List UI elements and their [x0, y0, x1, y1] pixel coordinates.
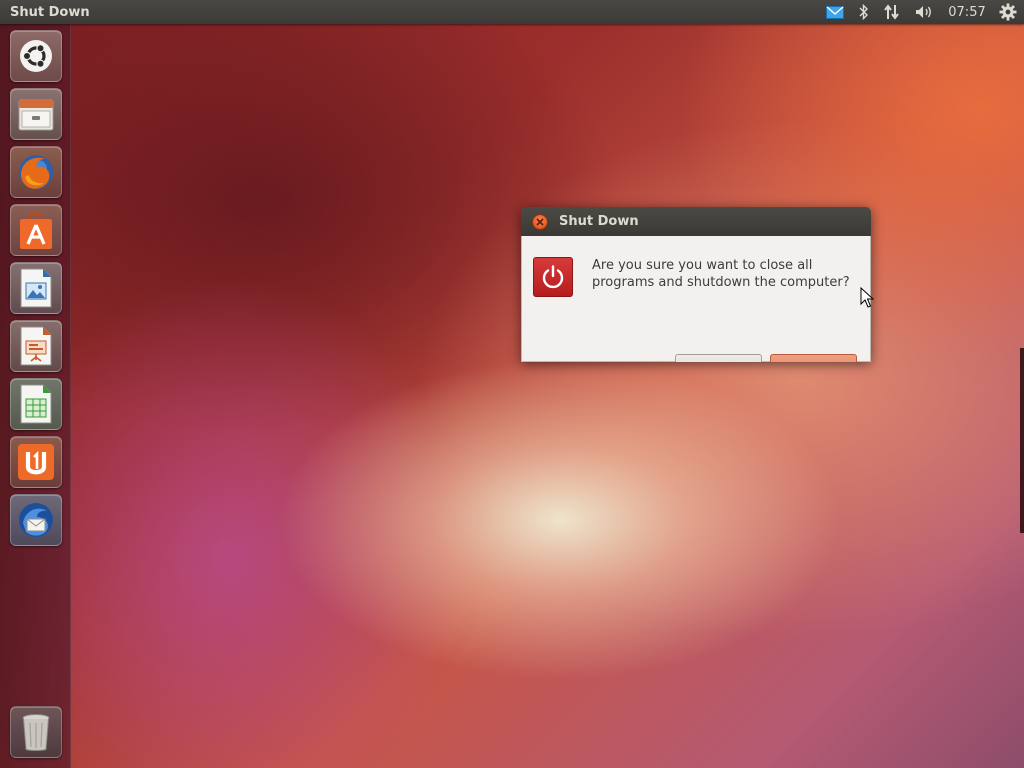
thunderbird-icon — [19, 503, 53, 537]
launcher-item-software-center[interactable] — [10, 204, 62, 256]
firefox-icon — [19, 155, 53, 189]
close-icon[interactable] — [532, 213, 548, 230]
launcher-item-thunderbird[interactable] — [10, 494, 62, 546]
launcher-item-files[interactable] — [10, 88, 62, 140]
launcher-item-libreoffice-impress[interactable] — [10, 320, 62, 372]
network-icon[interactable] — [876, 0, 908, 24]
shopping-bag-icon — [20, 212, 52, 249]
ubuntu-logo-icon — [20, 40, 52, 72]
bluetooth-icon[interactable] — [852, 0, 876, 24]
indicator-area: 07:57 — [818, 0, 1024, 24]
gear-icon[interactable] — [992, 0, 1024, 24]
volume-icon[interactable] — [908, 0, 942, 24]
launcher-item-libreoffice-draw[interactable] — [10, 262, 62, 314]
shut-down-button[interactable]: Shut Down — [770, 354, 857, 362]
dialog-title: Shut Down — [559, 214, 639, 229]
spreadsheet-document-icon — [20, 384, 52, 424]
clock[interactable]: 07:57 — [942, 0, 992, 24]
mail-icon[interactable] — [818, 0, 852, 24]
panel-window-title: Shut Down — [10, 4, 90, 20]
dialog-message: Are you sure you want to close all progr… — [592, 258, 850, 290]
dialog-body: Are you sure you want to close all progr… — [521, 236, 871, 362]
top-panel: Shut Down 07:57 — [0, 0, 1024, 24]
launcher-item-firefox[interactable] — [10, 146, 62, 198]
cancel-button[interactable]: Cancel — [675, 354, 762, 362]
launcher-item-dash-home[interactable] — [10, 30, 62, 82]
ubuntu-one-icon — [18, 444, 54, 480]
presentation-document-icon — [20, 326, 52, 366]
launcher — [0, 24, 71, 768]
workspace-edge-handle — [1020, 348, 1024, 533]
trash-icon — [22, 714, 50, 751]
launcher-item-ubuntu-one[interactable] — [10, 436, 62, 488]
image-document-icon — [20, 268, 52, 308]
file-cabinet-icon — [18, 99, 54, 131]
launcher-item-trash[interactable] — [10, 706, 62, 758]
launcher-item-libreoffice-calc[interactable] — [10, 378, 62, 430]
desktop: Shut Down 07:57 Shut Down Are you sure y… — [0, 0, 1024, 768]
power-icon — [533, 257, 573, 297]
dialog-titlebar[interactable]: Shut Down — [521, 207, 871, 236]
shutdown-dialog: Shut Down Are you sure you want to close… — [521, 207, 871, 362]
mouse-cursor-icon — [860, 286, 875, 313]
